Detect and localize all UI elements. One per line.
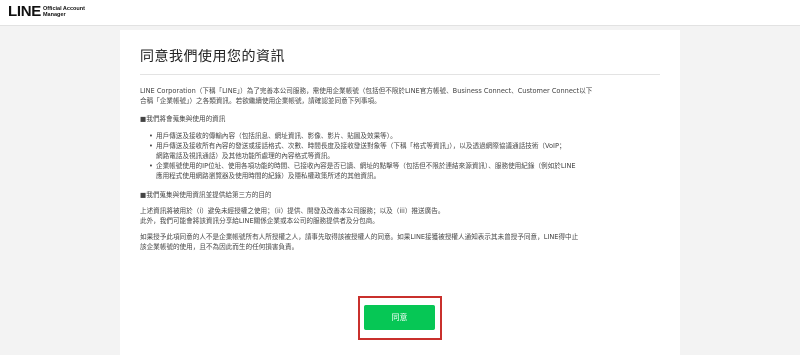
- list-item: 用戶傳送及接收的傳輸內容（包括訊息、網址資訊、影像、影片、貼圖及效果等）。: [149, 131, 660, 141]
- top-bar: LINE Official Account Manager: [0, 0, 800, 26]
- line-official-account-manager-logo[interactable]: LINE Official Account Manager: [8, 4, 85, 20]
- list-item: 用戶傳送及接收所有內容的發送或接話格式、次數、時間長度及接收發送對象等（下稱「格…: [149, 141, 660, 151]
- closing-line-2: 該企業帳號的使用，且不為因此而生的任何損害負責。: [140, 243, 299, 252]
- purpose-line-2: 此外，我們可能會將該資訊分享給LINE關係企業或本公司的服務提供者及分包商。: [140, 217, 379, 226]
- purpose-line-1: 上述資訊將被用於（i）避免未經授權之使用；（ii）提供、開發及改善本公司服務；以…: [140, 206, 445, 215]
- list-item-continuation: 網路電話及視訊通話）及其他功能所處理的內容格式等資訊。: [156, 152, 335, 161]
- closing-line-1: 如果授予此項同意的人不是企業帳號所有人所授權之人，請事先取得該被授權人的同意。如…: [140, 233, 579, 242]
- section-heading-purpose: ■我們蒐集與使用資訊並提供給第三方的目的: [140, 190, 272, 199]
- list-item-continuation: 應用程式使用網路瀏覽器及使用時間的紀錄）及隱私權政策所述的其他資訊。: [156, 172, 381, 181]
- intro-line-2: 合稱「企業帳號」）之各類資訊。若欲繼續使用企業帳號，請確認並同意下列事項。: [140, 97, 381, 106]
- section-heading-collected-info: ■我們將會蒐集與使用的資訊: [140, 115, 226, 124]
- consent-text: LINE Corporation（下稱「LINE」）為了完善本公司服務，需使用企…: [140, 86, 660, 253]
- title-divider: [140, 74, 660, 75]
- logo-subtitle-line2: Manager: [42, 12, 66, 18]
- page-title: 同意我們使用您的資訊: [140, 49, 285, 65]
- intro-line-1: LINE Corporation（下稱「LINE」）為了完善本公司服務，需使用企…: [140, 87, 593, 95]
- list-item: 企業帳號使用的IP位址、使用各項功能的時間、已接收內容是否已讀、網址的點擊等（包…: [149, 161, 660, 171]
- agree-button[interactable]: 同意: [364, 305, 435, 330]
- logo-wordmark: LINE: [8, 3, 41, 20]
- logo-subtitle: Official Account Manager: [43, 6, 85, 18]
- collected-info-list: 用戶傳送及接收的傳輸內容（包括訊息、網址資訊、影像、影片、貼圖及效果等）。 用戶…: [140, 131, 660, 182]
